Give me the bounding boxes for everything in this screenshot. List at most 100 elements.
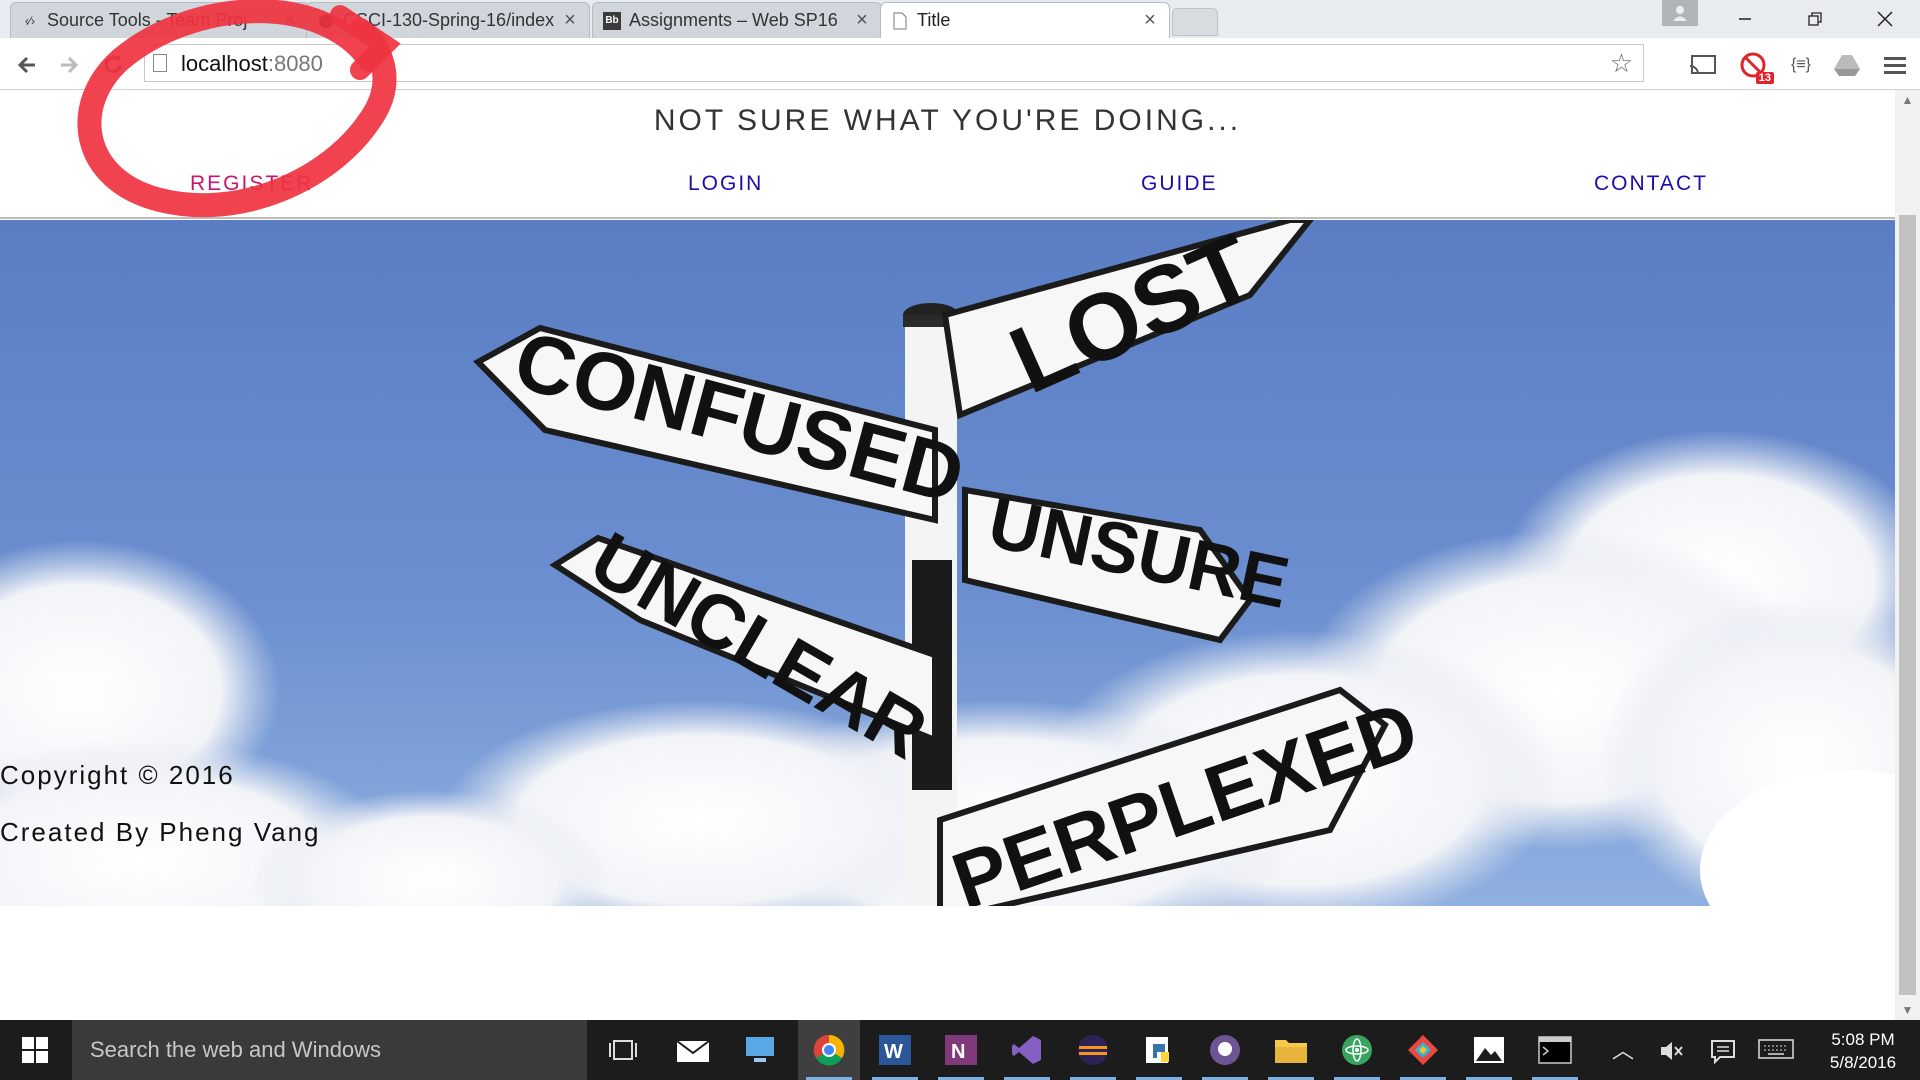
tab-title-active[interactable]: Title ×: [880, 2, 1170, 38]
user-icon: [1673, 6, 1687, 21]
cast-icon[interactable]: [1686, 48, 1720, 82]
footer-credit: Created By Pheng Vang: [0, 817, 321, 847]
github-icon: [1210, 1035, 1240, 1065]
visual-studio-app[interactable]: [996, 1020, 1058, 1080]
footer-copyright: Copyright © 2016: [0, 760, 235, 790]
url-text: localhost:8080: [181, 51, 323, 76]
windows-taskbar: Search the web and Windows W N ︿ 5:08 PM…: [0, 1020, 1920, 1080]
arrow-left-icon: [17, 56, 35, 74]
minimize-button[interactable]: [1710, 0, 1780, 38]
svg-text:N: N: [951, 1041, 965, 1063]
tab-label: Title: [917, 10, 951, 30]
restore-icon: [1808, 12, 1822, 26]
page-title: NOT SURE WHAT YOU'RE DOING...: [653, 104, 1242, 137]
forward-button[interactable]: [52, 48, 86, 82]
git-kraken-app[interactable]: [1392, 1020, 1454, 1080]
file-explorer-app[interactable]: [1260, 1020, 1322, 1080]
nav-contact-link[interactable]: CONTACT: [1594, 172, 1708, 196]
site-navigation: REGISTER LOGIN GUIDE CONTACT: [0, 172, 1895, 208]
hero-image: LOST CONFUSED UNSURE UNCLEAR PERPLEXED: [0, 220, 1895, 906]
restore-button[interactable]: [1780, 0, 1850, 38]
photos-app[interactable]: [1458, 1020, 1520, 1080]
github-icon: [317, 12, 335, 30]
terminal-app[interactable]: [1524, 1020, 1586, 1080]
system-clock[interactable]: 5:08 PM 5/8/2016: [1808, 1028, 1918, 1074]
onenote-app[interactable]: N: [930, 1020, 992, 1080]
remote-desktop-icon: [746, 1037, 774, 1062]
json-formatter-icon[interactable]: {≡}: [1784, 48, 1818, 82]
drive-icon[interactable]: [1830, 48, 1864, 82]
scrollbar-thumb[interactable]: [1899, 215, 1916, 995]
mail-icon: [676, 1040, 710, 1062]
reload-icon: [104, 56, 122, 74]
page-icon: [153, 54, 167, 72]
action-center-icon[interactable]: [1710, 1038, 1736, 1065]
tab-source-tools[interactable]: ‹⁄› Source Tools - Team Proj ×: [10, 2, 310, 38]
python-icon: [1146, 1037, 1169, 1063]
task-view-button[interactable]: [592, 1020, 654, 1080]
tab-label: CSCI-130-Spring-16/index: [343, 10, 555, 30]
remote-desktop-app[interactable]: [730, 1020, 792, 1080]
blackboard-icon: Bb: [603, 11, 621, 30]
web-page: NOT SURE WHAT YOU'RE DOING... REGISTER L…: [0, 90, 1895, 1020]
extension-badge: 13: [1755, 72, 1774, 84]
scroll-up-arrow-icon[interactable]: ▲: [1895, 90, 1920, 110]
windows-logo-icon: [22, 1037, 48, 1063]
volume-muted-icon[interactable]: [1658, 1038, 1684, 1064]
nav-register-link[interactable]: REGISTER: [190, 172, 313, 196]
page-icon: [891, 12, 909, 30]
address-bar[interactable]: localhost:8080 ☆: [144, 44, 1644, 82]
close-icon: [1877, 11, 1893, 27]
tab-assignments[interactable]: Bb Assignments – Web SP16 ×: [592, 2, 882, 38]
photos-icon: [1474, 1037, 1504, 1063]
nav-divider: [0, 217, 1895, 219]
github-desktop-app[interactable]: [1194, 1020, 1256, 1080]
nav-guide-link[interactable]: GUIDE: [1141, 172, 1218, 196]
browser-toolbar: localhost:8080 ☆ 13 {≡}: [0, 38, 1920, 90]
close-window-button[interactable]: [1850, 0, 1920, 38]
chrome-app[interactable]: [798, 1020, 860, 1080]
visual-studio-icon: [1012, 1036, 1041, 1064]
chrome-icon: [813, 1034, 845, 1066]
tab-github-repo[interactable]: CSCI-130-Spring-16/index ×: [306, 2, 590, 38]
minimize-icon: [1739, 18, 1751, 20]
scroll-down-arrow-icon[interactable]: ▼: [1895, 1000, 1920, 1020]
reload-button[interactable]: [96, 48, 130, 82]
tab-label: Source Tools - Team Proj: [47, 10, 248, 30]
eclipse-icon: [1078, 1035, 1108, 1065]
svg-text:W: W: [884, 1041, 903, 1063]
start-button[interactable]: [0, 1020, 70, 1080]
word-icon: W: [879, 1035, 911, 1065]
atom-app[interactable]: [1326, 1020, 1388, 1080]
code-brackets-icon: ‹⁄›: [25, 13, 35, 28]
folder-icon: [1275, 1040, 1307, 1063]
search-placeholder: Search the web and Windows: [90, 1037, 382, 1062]
close-icon[interactable]: ×: [853, 9, 871, 32]
word-app[interactable]: W: [864, 1020, 926, 1080]
clock-date: 5/8/2016: [1829, 1053, 1897, 1072]
close-icon[interactable]: ×: [1141, 9, 1159, 32]
taskbar-search-box[interactable]: Search the web and Windows: [72, 1020, 587, 1080]
task-view-icon: [609, 1040, 637, 1060]
eclipse-app[interactable]: [1062, 1020, 1124, 1080]
mail-app[interactable]: [662, 1020, 724, 1080]
atom-icon: [1342, 1035, 1372, 1065]
tray-chevron-up-icon[interactable]: ︿: [1610, 1038, 1636, 1064]
arrow-right-icon: [61, 56, 79, 74]
nav-login-link[interactable]: LOGIN: [688, 172, 763, 196]
terminal-icon: [1538, 1036, 1572, 1064]
git-kraken-icon: [1408, 1035, 1438, 1065]
back-button[interactable]: [10, 48, 44, 82]
profile-button[interactable]: [1662, 0, 1698, 26]
keyboard-icon[interactable]: [1758, 1038, 1794, 1064]
blocker-extension-icon[interactable]: 13: [1736, 48, 1774, 84]
tab-label: Assignments – Web SP16: [629, 10, 838, 30]
close-icon[interactable]: ×: [281, 9, 299, 32]
close-icon[interactable]: ×: [561, 9, 579, 32]
page-scrollbar[interactable]: ▲ ▼: [1895, 90, 1920, 1020]
new-tab-button[interactable]: [1172, 8, 1218, 36]
bookmark-star-icon[interactable]: ☆: [1610, 48, 1633, 79]
python-app[interactable]: [1128, 1020, 1190, 1080]
menu-icon[interactable]: [1878, 48, 1912, 82]
onenote-icon: N: [945, 1035, 977, 1065]
